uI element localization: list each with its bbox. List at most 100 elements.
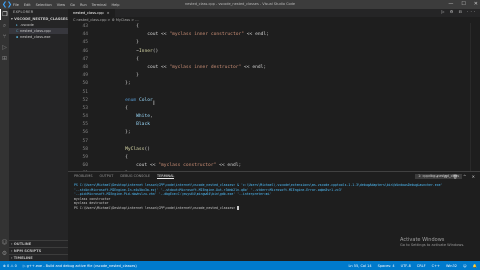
code-text: }; <box>90 80 131 88</box>
code-line[interactable]: 46 ~Inner() <box>68 48 470 56</box>
code-text: { <box>90 56 139 64</box>
tab-debug-console[interactable]: DEBUG CONSOLE <box>120 174 150 178</box>
sidebar-title: EXPLORER <box>13 10 34 14</box>
tab-nested-class-cpp[interactable]: nested_class.cpp × <box>68 9 115 17</box>
code-line[interactable]: 51 <box>68 89 470 97</box>
search-icon[interactable]: ⌕ <box>0 20 9 31</box>
code-text: MyClass() <box>90 146 150 154</box>
code-line[interactable]: 45 } <box>68 39 470 47</box>
code-line[interactable]: 49 } <box>68 72 470 80</box>
line-number: 52 <box>82 97 88 103</box>
close-window-icon[interactable]: ✕ <box>474 1 478 7</box>
platform[interactable]: Win32 <box>446 264 457 268</box>
code-line[interactable]: 55 Black <box>68 121 470 129</box>
notifications-icon[interactable]: 🔔 <box>473 264 477 268</box>
file-item-label: .vscode <box>20 23 34 27</box>
code-token: "myclass inner destructor" <box>169 64 242 70</box>
code-line[interactable]: 43 { <box>68 23 470 31</box>
line-number: 49 <box>82 73 88 79</box>
outline-label: OUTLINE <box>13 242 32 246</box>
file-item-nested-class-exe[interactable]: ▪ nested_class.exe <box>9 34 68 40</box>
title-bar: ❮❯ File Edit Selection View Go Run Termi… <box>0 0 480 9</box>
account-icon[interactable]: ☺ <box>0 237 9 248</box>
indentation[interactable]: Spaces: 4 <box>378 264 395 268</box>
settings-gear-icon[interactable]: ⚙ <box>0 248 9 259</box>
code-text: } <box>90 39 139 47</box>
extensions-icon[interactable]: ⊞ <box>0 53 9 64</box>
tab-problems[interactable]: PROBLEMS <box>74 174 93 178</box>
line-number: 45 <box>82 40 88 46</box>
line-ending[interactable]: CRLF <box>417 264 426 268</box>
cursor-position[interactable]: Ln 55, Col 14 <box>348 264 371 268</box>
code-token: } <box>114 40 139 46</box>
code-token: cout << <box>114 32 170 38</box>
code-editor[interactable]: 43 {44 cout << "myclass inner constructo… <box>68 23 470 176</box>
code-line[interactable]: 57 <box>68 138 470 146</box>
code-token: ~ <box>114 48 139 54</box>
timeline-section[interactable]: › TIMELINE <box>9 254 68 261</box>
timeline-label: TIMELINE <box>13 256 33 260</box>
code-line[interactable]: 47 { <box>68 56 470 64</box>
code-line[interactable]: 48 cout << "myclass inner destructor" <<… <box>68 64 470 72</box>
debug-config-status[interactable]: ▷ g++.exe - Build and debug active file … <box>23 264 137 268</box>
line-number: 50 <box>82 81 88 87</box>
maximize-icon[interactable]: ☐ <box>461 1 465 7</box>
editor-tabs: nested_class.cpp × ▷ ⚙ ⊟ ··· <box>68 9 480 17</box>
terminal-line-text: myclass destructor <box>74 201 109 206</box>
panel-actions[interactable]: + ⊟ 🗑 ^ ✕ <box>435 174 477 179</box>
problems-status[interactable]: ⊗ 0 ⚠ 0 <box>3 264 17 268</box>
explorer-icon[interactable]: ❐ <box>0 9 9 20</box>
source-control-icon[interactable]: ⑂ <box>0 31 9 42</box>
menu-selection[interactable]: Selection <box>36 3 52 7</box>
code-line[interactable]: 53 { <box>68 105 470 113</box>
code-text: Black <box>90 121 150 129</box>
run-debug-icon[interactable]: ▷ <box>0 42 9 53</box>
code-line[interactable]: 52 enum Color <box>68 97 470 105</box>
activity-bar: ❐ ⌕ ⑂ ▷ ⊞ ☺ ⚙ <box>0 9 9 261</box>
line-number: 43 <box>82 24 88 29</box>
code-token: () <box>144 146 150 152</box>
code-line[interactable]: 56 }; <box>68 129 470 137</box>
feedback-icon[interactable]: ☺ <box>463 264 467 268</box>
code-token: } <box>114 73 139 79</box>
code-text: } <box>90 72 139 80</box>
editor-actions[interactable]: ▷ ⚙ ⊟ ··· <box>441 9 477 14</box>
code-line[interactable]: 50 }; <box>68 80 470 88</box>
menu-terminal[interactable]: Terminal <box>92 3 107 7</box>
line-number: 53 <box>82 105 88 111</box>
code-token: MyClass <box>125 146 145 152</box>
menu-help[interactable]: Help <box>111 3 119 7</box>
code-token: Color <box>138 97 153 103</box>
code-line[interactable]: 58 MyClass() <box>68 146 470 154</box>
menu-go[interactable]: Go <box>70 3 75 7</box>
code-token: White <box>136 114 150 120</box>
terminal-line-text: PS C:\Users\Michael\Desktop\internet les… <box>74 183 443 187</box>
encoding[interactable]: UTF-8 <box>401 264 411 268</box>
minimap[interactable] <box>470 23 480 171</box>
line-number: 54 <box>82 114 88 120</box>
code-text: enum Color <box>90 97 153 105</box>
tab-terminal[interactable]: TERMINAL <box>157 174 175 179</box>
code-line[interactable]: 44 cout << "myclass inner constructor" <… <box>68 31 470 39</box>
outline-section[interactable]: › OUTLINE <box>9 240 68 247</box>
tab-output[interactable]: OUTPUT <box>100 174 114 178</box>
code-text: { <box>90 23 139 31</box>
npm-scripts-section[interactable]: › NPM SCRIPTS <box>9 247 68 254</box>
code-line[interactable]: 60 cout << "myclass constructor" << endl… <box>68 162 470 170</box>
minimize-icon[interactable]: — <box>448 1 453 7</box>
code-line[interactable]: 54 White, <box>68 113 470 121</box>
mouse-cursor-icon: I <box>153 100 155 107</box>
close-tab-icon[interactable]: × <box>107 9 110 17</box>
menu-run[interactable]: Run <box>80 3 87 7</box>
menu-edit[interactable]: Edit <box>24 3 31 7</box>
code-line[interactable]: 59 { <box>68 154 470 162</box>
menu-file[interactable]: File <box>13 3 19 7</box>
code-token: cout << <box>114 64 170 70</box>
code-text: }; <box>90 129 131 137</box>
language-mode[interactable]: C++ <box>432 264 440 268</box>
menu-view[interactable]: View <box>57 3 65 7</box>
terminal-output[interactable]: PS C:\Users\Michael\Desktop\internet les… <box>68 180 480 211</box>
